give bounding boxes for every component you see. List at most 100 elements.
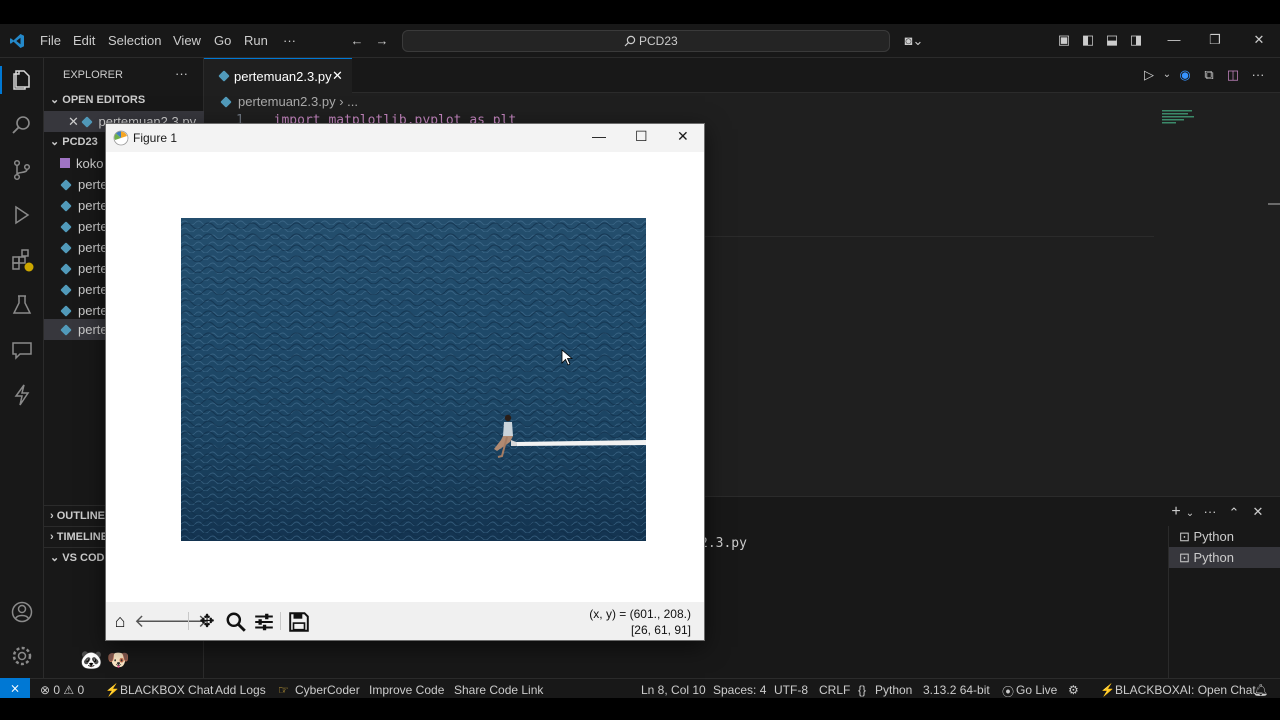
run-dropdown-icon[interactable]: ⌄ bbox=[1159, 67, 1175, 83]
live-preview-icon[interactable]: ◉ bbox=[1177, 67, 1193, 83]
save-figure-icon[interactable] bbox=[287, 611, 311, 633]
share-code-link-status[interactable]: Share Code Link bbox=[454, 683, 543, 697]
menu-edit[interactable]: Edit bbox=[73, 33, 95, 48]
cybercoder-status[interactable]: CyberCoder bbox=[295, 683, 360, 697]
nav-back-icon[interactable]: ← bbox=[349, 33, 365, 49]
file-label: perte bbox=[78, 219, 108, 234]
source-control-icon[interactable] bbox=[10, 158, 34, 182]
back-arrow-icon[interactable]: 🡐 bbox=[134, 610, 182, 632]
testing-icon[interactable] bbox=[10, 293, 34, 317]
forward-arrow-icon[interactable]: 🡒 bbox=[160, 610, 208, 632]
add-logs-status[interactable]: Add Logs bbox=[215, 683, 266, 697]
toggle-panel-icon[interactable]: ⬓ bbox=[1104, 32, 1120, 48]
run-debug-icon[interactable] bbox=[10, 203, 34, 227]
figure-maximize-icon[interactable]: ☐ bbox=[635, 128, 648, 145]
figure-minimize-icon[interactable]: — bbox=[592, 128, 606, 144]
figure-toolbar: ⌂ 🡐 🡒 ✥ (x, y) = (601., 208.) [26, 61, 9… bbox=[106, 602, 704, 640]
toolbar-separator bbox=[280, 612, 281, 630]
search-icon[interactable] bbox=[10, 113, 34, 137]
close-icon[interactable]: ✕ bbox=[1251, 32, 1267, 48]
command-center-label: PCD23 bbox=[639, 34, 678, 48]
split-editor-icon[interactable]: ◫ bbox=[1225, 67, 1241, 83]
problems-status[interactable]: ⊗ 0 ⚠ 0 bbox=[40, 683, 84, 697]
tab-pertemuan[interactable]: pertemuan2.3.py ✕ bbox=[204, 58, 352, 93]
maximize-panel-icon[interactable]: ⌃ bbox=[1226, 505, 1242, 521]
close-panel-icon[interactable]: ✕ bbox=[1250, 504, 1266, 520]
figure-window: Figure 1 — ☐ ✕ ⌂ 🡐 🡒 ✥ (x, y) = (601., 2… bbox=[105, 123, 705, 641]
terminal-item-active[interactable]: ⊡ Python bbox=[1169, 547, 1280, 568]
menu-more[interactable]: ··· bbox=[283, 33, 296, 48]
chevron-right-icon: › bbox=[50, 510, 57, 522]
chevron-down-icon: ⌄ bbox=[50, 94, 63, 106]
interpreter-status[interactable]: 3.13.2 64-bit bbox=[923, 683, 990, 697]
file-label: perte bbox=[78, 282, 108, 297]
panel-more-icon[interactable]: ··· bbox=[1202, 504, 1218, 520]
copilot-status-icon[interactable]: ⚙ bbox=[1068, 683, 1079, 697]
python-file-icon bbox=[60, 284, 72, 296]
home-icon[interactable]: ⌂ bbox=[108, 610, 132, 632]
figure-title-bar[interactable]: Figure 1 — ☐ ✕ bbox=[106, 124, 704, 152]
nav-forward-icon[interactable]: → bbox=[374, 33, 390, 49]
python-file-icon bbox=[60, 305, 72, 317]
pan-icon[interactable]: ✥ bbox=[195, 610, 219, 632]
layout-customize-icon[interactable]: ▣ bbox=[1056, 32, 1072, 48]
run-file-icon[interactable]: ▷ bbox=[1141, 67, 1157, 83]
explorer-more-icon[interactable]: ··· bbox=[175, 66, 188, 81]
menu-file[interactable]: File bbox=[40, 33, 61, 48]
command-center-search[interactable]: PCD23 bbox=[402, 30, 890, 52]
toggle-secondary-sidebar-icon[interactable]: ◨ bbox=[1128, 32, 1144, 48]
settings-gear-icon[interactable] bbox=[10, 644, 34, 668]
cursor-coordinates: (x, y) = (601., 208.) bbox=[589, 607, 691, 621]
blackbox-icon[interactable] bbox=[10, 383, 34, 407]
encoding-status[interactable]: UTF-8 bbox=[774, 683, 808, 697]
improve-code-status[interactable]: Improve Code bbox=[369, 683, 444, 697]
configure-subplots-icon[interactable] bbox=[252, 611, 276, 633]
open-editors-header[interactable]: ⌄ OPEN EDITORS bbox=[44, 90, 204, 111]
scrollbar-marker[interactable] bbox=[1268, 203, 1280, 205]
terminal-label: Python bbox=[1193, 529, 1234, 544]
tab-label: pertemuan2.3.py bbox=[234, 69, 332, 84]
menu-go[interactable]: Go bbox=[214, 33, 231, 48]
explorer-icon[interactable] bbox=[10, 68, 34, 92]
chat-icon[interactable] bbox=[10, 338, 34, 362]
go-live-status[interactable]: Go Live bbox=[1016, 683, 1057, 697]
remote-indicator[interactable]: ⨯ bbox=[0, 678, 30, 698]
breadcrumb-more[interactable]: ... bbox=[347, 94, 358, 109]
file-label: koko bbox=[76, 156, 104, 171]
terminal-icon: ⊡ bbox=[1179, 550, 1194, 565]
language-status[interactable]: Python bbox=[875, 683, 912, 697]
plot-image[interactable] bbox=[181, 218, 646, 541]
minimap[interactable] bbox=[1160, 108, 1200, 128]
indentation-status[interactable]: Spaces: 4 bbox=[713, 683, 766, 697]
toggle-sidebar-icon[interactable]: ◧ bbox=[1080, 32, 1096, 48]
editor-more-icon[interactable]: ··· bbox=[1250, 67, 1266, 83]
minimize-icon[interactable]: — bbox=[1166, 32, 1182, 48]
letterbox-top bbox=[0, 0, 1280, 24]
breadcrumb-file[interactable]: pertemuan2.3.py bbox=[238, 94, 336, 109]
eol-status[interactable]: CRLF bbox=[819, 683, 850, 697]
tab-close-icon[interactable]: ✕ bbox=[332, 68, 343, 84]
copilot-icon[interactable]: ◙⌄ bbox=[902, 33, 926, 49]
braces-icon: {} bbox=[858, 683, 867, 697]
restore-icon[interactable]: ❐ bbox=[1207, 32, 1223, 48]
terminal-label: Python bbox=[1193, 550, 1234, 565]
blackboxai-status[interactable]: BLACKBOXAI: Open Chat bbox=[1115, 683, 1256, 697]
zoom-icon[interactable] bbox=[224, 611, 248, 633]
notifications-bell-icon[interactable]: 🔔︎ bbox=[1253, 683, 1268, 697]
menu-view[interactable]: View bbox=[173, 33, 201, 48]
python-file-icon bbox=[60, 242, 72, 254]
figure-title: Figure 1 bbox=[133, 131, 178, 145]
python-file-icon bbox=[218, 70, 230, 82]
active-indicator bbox=[0, 66, 2, 94]
cursor-position-status[interactable]: Ln 8, Col 10 bbox=[641, 683, 706, 697]
menu-run[interactable]: Run bbox=[244, 33, 268, 48]
open-changes-icon[interactable]: ⧉ bbox=[1201, 67, 1217, 83]
account-icon[interactable] bbox=[10, 600, 34, 624]
terminal-dropdown-icon[interactable]: ⌄ bbox=[1182, 506, 1198, 522]
terminal-item[interactable]: ⊡ Python bbox=[1169, 526, 1280, 547]
extensions-icon[interactable] bbox=[10, 248, 34, 272]
terminal-output[interactable]: 2.3.py bbox=[700, 536, 747, 551]
blackbox-chat-status[interactable]: BLACKBOX Chat bbox=[120, 683, 213, 697]
figure-close-icon[interactable]: ✕ bbox=[677, 128, 689, 145]
menu-selection[interactable]: Selection bbox=[108, 33, 161, 48]
